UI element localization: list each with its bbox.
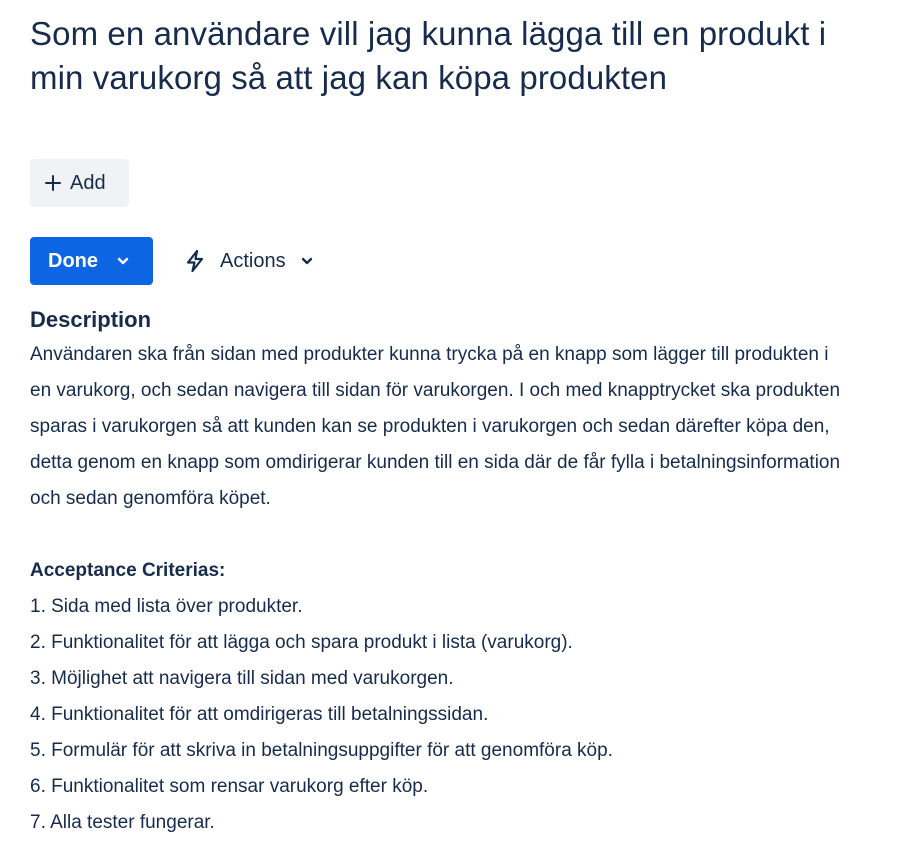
add-button[interactable]: Add [30,159,129,207]
acceptance-criteria-list: 1. Sida med lista över produkter. 2. Fun… [30,589,613,841]
status-label: Done [48,249,98,272]
issue-title[interactable]: Som en användare vill jag kunna lägga ti… [30,12,870,100]
actions-button[interactable]: Actions [180,237,314,285]
add-button-label: Add [70,171,106,194]
chevron-down-icon [117,257,129,265]
criteria-item: 6. Funktionalitet som rensar varukorg ef… [30,776,429,797]
actions-label: Actions [220,249,286,272]
criteria-item: 3. Möjlighet att navigera till sidan med… [30,668,454,689]
plus-icon [44,174,62,192]
acceptance-criteria-heading: Acceptance Criterias: [30,560,226,581]
chevron-down-icon [301,257,312,265]
lightning-bolt-icon [186,249,204,273]
criteria-item: 4. Funktionalitet för att omdirigeras ti… [30,704,489,725]
description-body[interactable]: Användaren ska från sidan med produkter … [30,337,845,517]
criteria-item: 2. Funktionalitet för att lägga och spar… [30,632,573,653]
criteria-item: 7. Alla tester fungerar. [30,812,215,833]
criteria-item: 5. Formulär för att skriva in betalnings… [30,740,613,761]
criteria-item: 1. Sida med lista över produkter. [30,596,303,617]
status-dropdown-button[interactable]: Done [30,237,153,285]
description-heading: Description [30,307,152,332]
